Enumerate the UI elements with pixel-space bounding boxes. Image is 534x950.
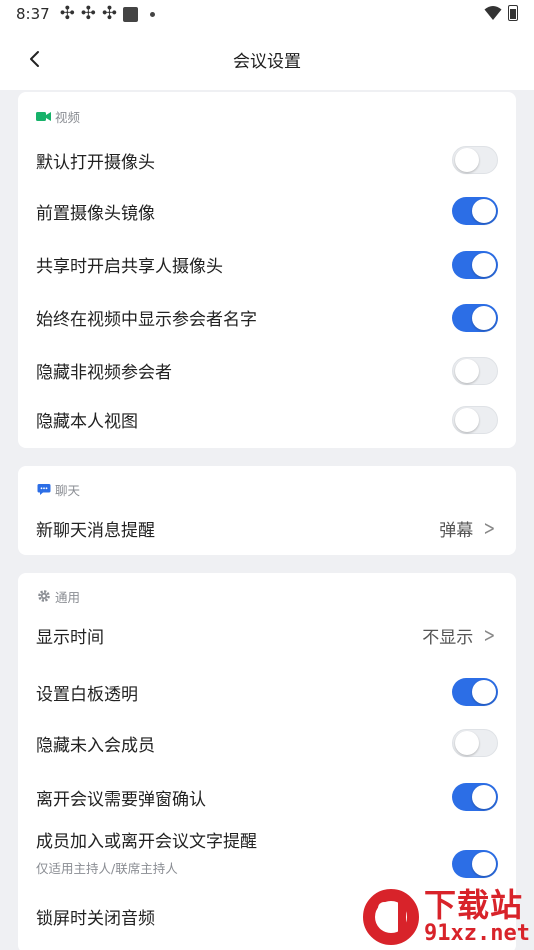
setting-row: 成员加入或离开会议文字提醒 仅适用主持人/联席主持人: [18, 832, 516, 878]
new-message-alert-row[interactable]: 新聊天消息提醒 弹幕 >: [18, 510, 516, 546]
video-settings-card: 视频 默认打开摄像头 前置摄像头镜像 共享时开启共享人摄像头 始终在视频中显示参…: [18, 92, 516, 448]
video-camera-icon: [36, 109, 51, 124]
section-header-general: 通用: [18, 573, 516, 617]
join-leave-alert-toggle[interactable]: [452, 850, 498, 878]
status-bar: 8:37 ✣ ✣ ✣: [0, 0, 534, 28]
watermark-domain: 91xz.net: [424, 921, 530, 946]
toggle-knob: [472, 785, 496, 809]
setting-label: 始终在视频中显示参会者名字: [36, 310, 257, 330]
setting-row: 隐藏未入会成员: [18, 727, 516, 759]
wifi-icon: [484, 6, 502, 20]
toggle-knob: [472, 680, 496, 704]
whiteboard-transparent-toggle[interactable]: [452, 678, 498, 706]
watermark-brand: 下载站: [424, 886, 524, 924]
battery-icon: [508, 5, 518, 21]
watermark-text: 下载站 91xz.net: [424, 888, 530, 946]
setting-label: 设置白板透明: [36, 684, 138, 705]
setting-row: 共享时开启共享人摄像头: [18, 238, 516, 291]
setting-row: 前置摄像头镜像: [18, 184, 516, 238]
display-time-row[interactable]: 显示时间 不显示 >: [18, 617, 516, 653]
setting-value: 不显示: [422, 627, 474, 648]
default-camera-toggle[interactable]: [452, 146, 498, 174]
toggle-knob: [455, 407, 479, 432]
hide-absent-members-toggle[interactable]: [452, 729, 498, 757]
top-app-bar: 会议设置: [0, 28, 534, 90]
front-camera-mirror-toggle[interactable]: [452, 197, 498, 225]
toggle-knob: [472, 199, 496, 223]
watermark-emblem: [360, 886, 422, 948]
setting-label: 显示时间: [36, 627, 104, 648]
setting-row: 离开会议需要弹窗确认: [18, 759, 516, 835]
setting-label: 隐藏非视频参会者: [36, 363, 172, 383]
section-title-general: 通用: [55, 589, 81, 605]
chevron-right-icon: >: [483, 516, 496, 540]
hide-self-view-toggle[interactable]: [452, 405, 498, 434]
toggle-knob: [472, 252, 496, 277]
app-notification-icon: ✣: [101, 3, 117, 24]
chevron-left-icon: [30, 51, 39, 67]
setting-label: 锁屏时关闭音频: [36, 908, 155, 929]
section-header-chat: 聊天: [18, 466, 516, 510]
toggle-knob: [472, 852, 496, 876]
share-camera-toggle[interactable]: [452, 250, 498, 279]
setting-label: 成员加入或离开会议文字提醒: [36, 832, 257, 852]
app-notification-icon: ✣: [59, 3, 75, 24]
chevron-right-icon: >: [483, 623, 496, 647]
setting-value-group: 不显示 >: [422, 623, 498, 648]
setting-value-group: 弹幕 >: [439, 516, 498, 541]
toggle-knob: [472, 305, 496, 330]
setting-text-group: 成员加入或离开会议文字提醒 仅适用主持人/联席主持人: [36, 827, 257, 877]
status-time: 8:37: [16, 5, 50, 23]
hide-non-video-toggle[interactable]: [452, 356, 498, 385]
leave-confirm-toggle[interactable]: [452, 783, 498, 811]
setting-label: 离开会议需要弹窗确认: [36, 789, 206, 810]
setting-label: 默认打开摄像头: [36, 152, 155, 173]
show-participant-names-toggle[interactable]: [452, 303, 498, 332]
section-header-video: 视频: [18, 92, 516, 136]
setting-label: 共享时开启共享人摄像头: [36, 257, 223, 277]
setting-row: 始终在视频中显示参会者名字: [18, 291, 516, 344]
toggle-knob: [455, 148, 479, 172]
chat-settings-card: 聊天 新聊天消息提醒 弹幕 >: [18, 466, 516, 555]
page-title: 会议设置: [233, 51, 301, 72]
watermark-logo: 下载站 91xz.net: [360, 884, 530, 950]
toggle-knob: [455, 358, 479, 383]
image-notification-icon: [122, 6, 138, 22]
setting-label: 隐藏本人视图: [36, 412, 138, 432]
toggle-knob: [455, 731, 479, 755]
gear-icon: [36, 589, 51, 604]
setting-label: 隐藏未入会成员: [36, 735, 155, 756]
section-title-video: 视频: [55, 109, 81, 125]
setting-value: 弹幕: [439, 520, 474, 541]
back-button[interactable]: [20, 44, 50, 74]
more-notifications-dot-icon: [149, 11, 155, 17]
setting-label: 新聊天消息提醒: [36, 520, 155, 541]
setting-row: 默认打开摄像头: [18, 136, 516, 184]
section-title-chat: 聊天: [55, 482, 81, 498]
app-notification-icon: ✣: [80, 3, 96, 24]
notification-icons: ✣ ✣ ✣: [60, 5, 155, 23]
system-icons: [484, 5, 518, 21]
setting-row: 隐藏非视频参会者: [18, 344, 516, 397]
setting-row: 隐藏本人视图: [18, 397, 516, 448]
chat-bubble-icon: [36, 482, 51, 497]
setting-label: 前置摄像头镜像: [36, 203, 155, 224]
setting-sublabel: 仅适用主持人/联席主持人: [36, 861, 178, 876]
setting-row: 设置白板透明: [18, 653, 516, 727]
